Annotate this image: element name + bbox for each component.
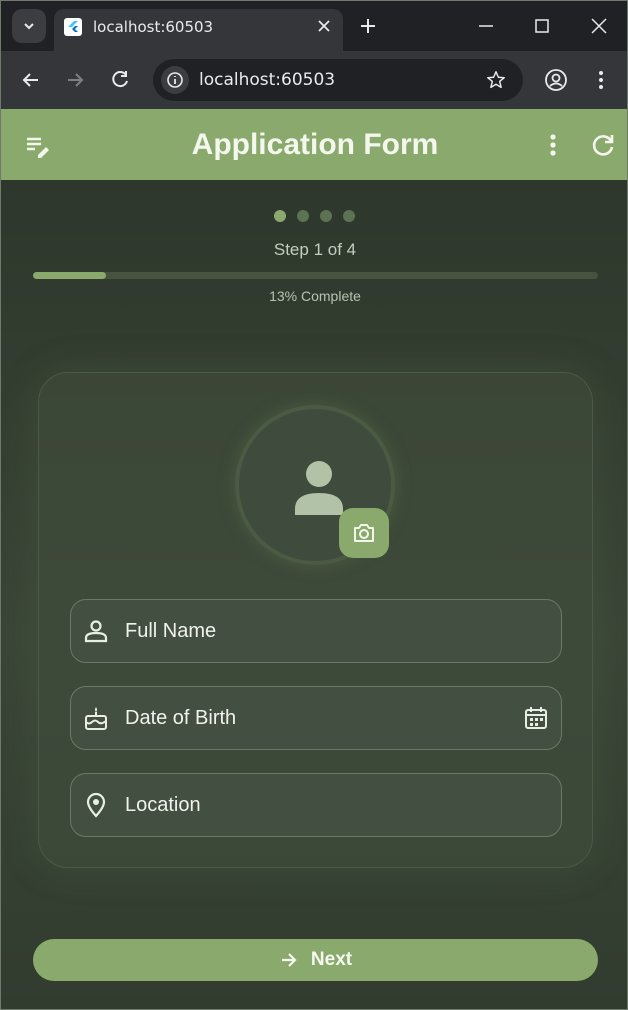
date-of-birth-label: Date of Birth — [125, 707, 237, 729]
cake-icon — [85, 707, 107, 730]
flutter-favicon-icon — [64, 18, 82, 36]
reload-icon[interactable] — [106, 66, 134, 94]
progress-bar — [33, 272, 598, 279]
camera-icon — [354, 524, 374, 542]
tab-title: localhost:60503 — [93, 18, 214, 36]
step-indicator — [274, 210, 355, 222]
step-dot-4 — [343, 210, 355, 222]
forward-arrow-icon[interactable] — [61, 66, 89, 94]
info-icon — [167, 72, 183, 88]
url-text: localhost:60503 — [199, 70, 336, 90]
new-tab-icon[interactable] — [357, 15, 379, 37]
form-content: Step 1 of 4 13% Complete Full Name Date … — [1, 180, 627, 1009]
minimize-icon[interactable] — [473, 13, 499, 39]
location-field[interactable]: Location — [70, 773, 562, 837]
step-label: Step 1 of 4 — [273, 240, 357, 259]
full-name-label: Full Name — [125, 620, 217, 642]
calendar-icon[interactable] — [523, 705, 549, 731]
close-window-icon[interactable] — [586, 13, 612, 39]
site-info-button[interactable] — [161, 66, 189, 94]
location-pin-icon — [86, 792, 106, 818]
person-icon — [295, 461, 343, 515]
form-card: Full Name Date of Birth Location — [38, 372, 593, 868]
browser-toolbar: localhost:60503 — [1, 51, 627, 109]
full-name-field[interactable]: Full Name — [70, 599, 562, 663]
refresh-icon[interactable] — [589, 131, 617, 159]
browser-menu-icon[interactable] — [587, 66, 615, 94]
next-button[interactable]: Next — [33, 939, 598, 981]
browser-tab[interactable]: localhost:60503 — [54, 9, 343, 51]
progress-label: 13% Complete — [269, 288, 361, 304]
step-dot-1 — [274, 210, 286, 222]
step-dot-2 — [297, 210, 309, 222]
maximize-icon[interactable] — [529, 13, 555, 39]
app-bar: Application Form — [1, 109, 627, 180]
progress-fill — [33, 272, 107, 279]
location-label: Location — [125, 794, 201, 816]
tab-strip: localhost:60503 — [1, 1, 627, 51]
date-of-birth-field[interactable]: Date of Birth — [70, 686, 562, 750]
back-arrow-icon[interactable] — [17, 66, 45, 94]
more-vert-icon[interactable] — [539, 131, 567, 159]
tab-search-button[interactable] — [12, 9, 46, 43]
browser-window: localhost:60503 localhost:60503 Applicat… — [0, 0, 628, 1010]
person-outline-icon — [84, 620, 108, 643]
address-bar[interactable]: localhost:60503 — [153, 59, 523, 101]
step-dot-3 — [320, 210, 332, 222]
bookmark-star-icon[interactable] — [485, 69, 507, 91]
profile-icon[interactable] — [542, 66, 570, 94]
page-title: Application Form — [191, 128, 439, 161]
arrow-forward-icon — [281, 953, 297, 967]
chevron-down-icon — [24, 23, 34, 30]
upload-photo-button[interactable] — [339, 508, 389, 558]
close-tab-icon[interactable] — [315, 17, 333, 35]
next-label: Next — [310, 949, 353, 970]
